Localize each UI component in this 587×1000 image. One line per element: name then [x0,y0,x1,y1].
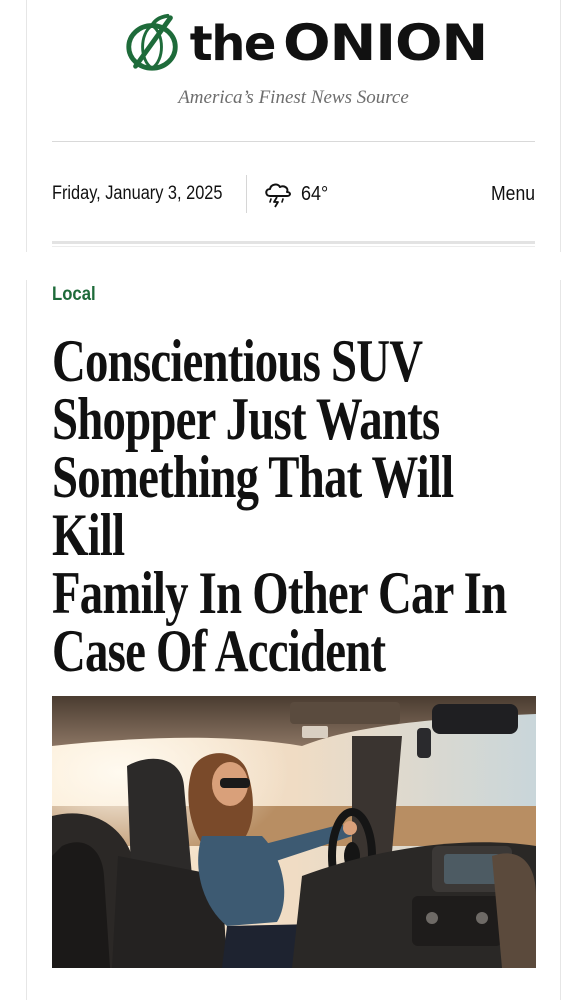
hero-image[interactable] [52,696,536,968]
date-weather-bar: Friday, January 3, 2025 64° Menu [52,174,535,214]
logo-text-the: the [189,16,277,72]
site-logo[interactable]: the ONION [27,8,560,78]
logo-text-onion: ONION [282,14,488,72]
article: Local Conscientious SUV Shopper Just Wan… [26,280,561,1000]
thunderstorm-cloud-icon [265,183,291,208]
headline: Conscientious SUV Shopper Just Wants Som… [52,328,536,684]
current-date: Friday, January 3, 2025 [52,183,223,204]
headline-line: Case Of Accident [52,618,386,684]
photo-woman-driving-suv [52,696,536,968]
header-bottom-rule [52,241,535,247]
headline-line: Something That Will Kill [52,444,454,568]
site-header: the ONION America’s Finest News Source F… [26,0,561,252]
menu-button[interactable]: Menu [491,183,535,206]
weather-widget[interactable]: 64° [263,180,331,208]
headline-line: Conscientious SUV [52,328,423,394]
tagline: America’s Finest News Source [178,87,409,108]
logo-wordmark: the ONION [189,16,488,72]
header-divider [52,141,535,142]
headline-line: Shopper Just Wants [52,386,440,452]
onion-logo-icon [126,13,178,71]
section-label[interactable]: Local [52,284,96,306]
vertical-divider [246,175,247,213]
temperature: 64° [301,182,329,205]
headline-line: Family In Other Car In [52,560,507,626]
